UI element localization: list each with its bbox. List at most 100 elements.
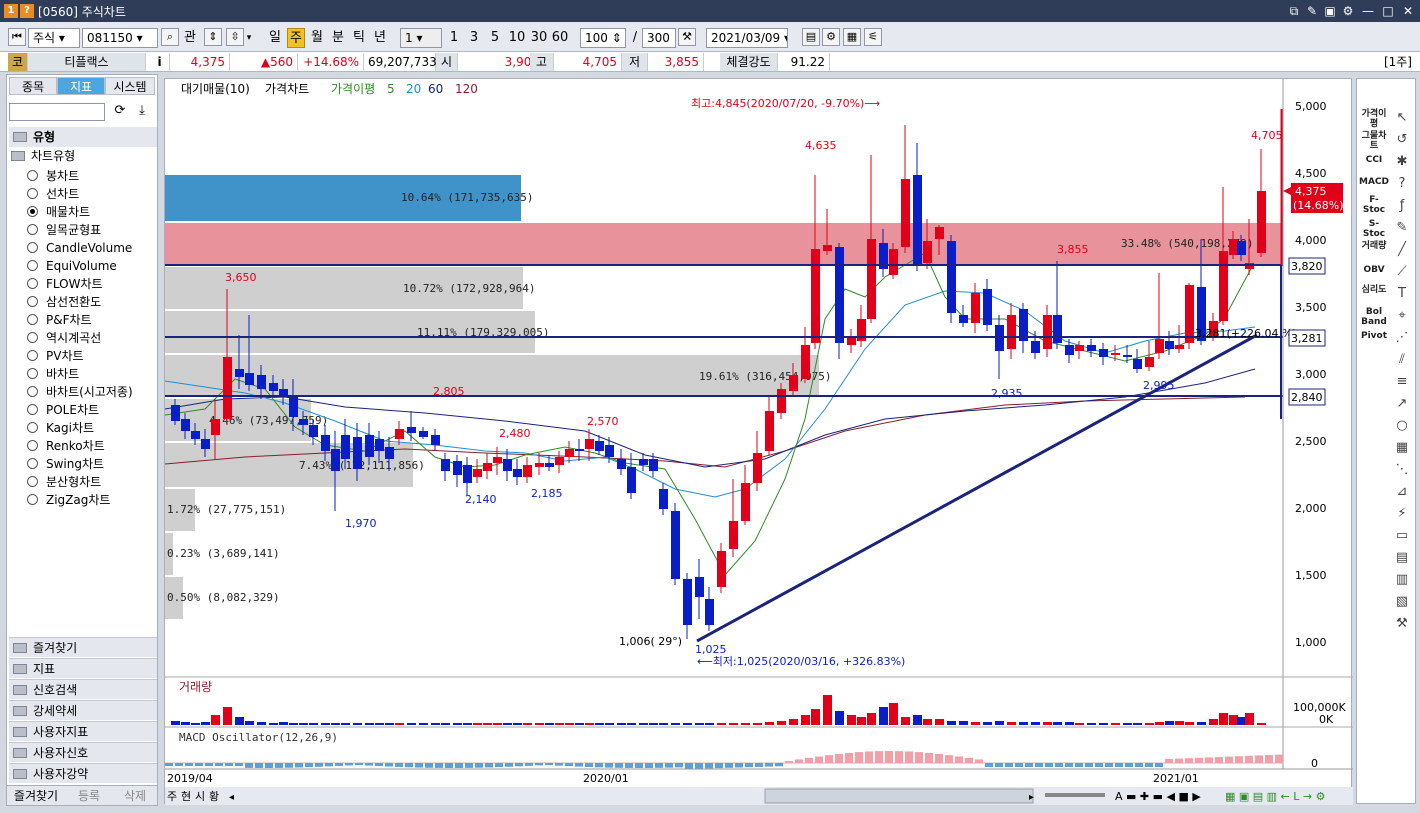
price-chart[interactable]: 10.64% (171,735,635) 33.48% (540,198,279… xyxy=(164,79,1353,805)
indicator-shortcut[interactable]: Pivot xyxy=(1359,331,1389,341)
sidebar-group[interactable]: 신호검색 xyxy=(9,679,157,699)
quick-3[interactable]: 3 xyxy=(467,28,481,48)
chart-type-option[interactable]: EquiVolume xyxy=(27,257,117,275)
chart-type-option[interactable]: 매물차트 xyxy=(27,203,90,221)
scroll-right-icon[interactable]: ▸ xyxy=(1029,792,1034,803)
chart-type-option[interactable]: 바차트(시고저종) xyxy=(27,383,133,401)
radio-icon[interactable] xyxy=(27,242,38,253)
auto-icon[interactable]: ⚡ xyxy=(1391,503,1413,525)
edit-icon[interactable]: ✎ xyxy=(1304,3,1320,19)
gann-icon[interactable]: ⊿ xyxy=(1391,481,1413,503)
period-tick[interactable]: 틱 xyxy=(350,28,368,48)
indicator-shortcut[interactable]: F-Stoc xyxy=(1359,195,1389,215)
chart-type-option[interactable]: 삼선전환도 xyxy=(27,293,101,311)
quick-60[interactable]: 60 xyxy=(551,28,569,48)
minimize-icon[interactable]: — xyxy=(1360,3,1376,19)
count-input[interactable]: 100 ⇕ xyxy=(580,28,626,48)
indicator-shortcut[interactable]: CCI xyxy=(1359,155,1389,165)
period-month[interactable]: 월 xyxy=(308,28,326,48)
sidebar-group[interactable]: 사용자강약 xyxy=(9,763,157,783)
radio-icon[interactable] xyxy=(27,170,38,181)
channel-icon[interactable]: ⫽ xyxy=(1391,349,1413,371)
bottom-tab-hwang[interactable]: 황 xyxy=(209,790,219,803)
radio-icon[interactable] xyxy=(27,260,38,271)
search-icon[interactable]: ⌕ xyxy=(161,28,179,46)
group-type[interactable]: 유형 xyxy=(9,127,157,147)
radio-icon[interactable] xyxy=(27,440,38,451)
indicator-shortcut[interactable]: 가격이평 xyxy=(1359,109,1389,129)
radio-icon[interactable] xyxy=(27,404,38,415)
indicator-shortcut[interactable]: Bol Band xyxy=(1359,307,1389,327)
chart-type-option[interactable]: CandleVolume xyxy=(27,239,132,257)
indicator-shortcut[interactable]: OBV xyxy=(1359,265,1389,275)
quick-1[interactable]: 1 xyxy=(447,28,461,48)
chart-type-option[interactable]: 일목균형표 xyxy=(27,221,101,239)
subgroup-chart-type[interactable]: 차트유형 xyxy=(11,147,75,165)
period-minute[interactable]: 분 xyxy=(329,28,347,48)
chart-type-option[interactable]: Renko차트 xyxy=(27,437,105,455)
chart-type-option[interactable]: Kagi차트 xyxy=(27,419,94,437)
indicator-shortcut[interactable]: MACD xyxy=(1359,177,1389,187)
radio-icon[interactable] xyxy=(27,368,38,379)
refresh-icon[interactable]: ⟳ xyxy=(111,103,129,121)
indicator-shortcut[interactable]: 심리도 xyxy=(1359,285,1389,295)
indicator-search-input[interactable] xyxy=(9,103,105,121)
report-icon[interactable]: ▧ xyxy=(1391,591,1413,613)
quick-5[interactable]: 5 xyxy=(488,28,502,48)
line-icon[interactable]: ╱ xyxy=(1391,239,1413,261)
link-icon[interactable]: ⧉ xyxy=(1286,3,1302,19)
circle-icon[interactable]: ○ xyxy=(1391,415,1413,437)
legend-ma-label[interactable]: 가격이평 xyxy=(331,82,375,96)
tab-indicator[interactable]: 지표 xyxy=(57,77,105,95)
radio-icon[interactable] xyxy=(27,422,38,433)
quick-10[interactable]: 10 xyxy=(508,28,526,48)
radio-icon[interactable] xyxy=(27,224,38,235)
macd-pane-title[interactable]: MACD Oscillator(12,26,9) xyxy=(179,731,338,744)
excel-icon[interactable]: ▦ ▣ ▤ ▥ ← L → ⚙ xyxy=(1225,790,1325,803)
sidebar-group[interactable]: 지표 xyxy=(9,658,157,678)
period-year[interactable]: 년 xyxy=(371,28,389,48)
horizontal-scrollbar[interactable] xyxy=(764,788,1034,804)
fib-icon[interactable]: ≡ xyxy=(1391,371,1413,393)
ray-icon[interactable]: ⟋ xyxy=(1391,261,1413,283)
tab-stock[interactable]: 종목 xyxy=(9,77,57,95)
radio-icon[interactable] xyxy=(27,458,38,469)
tool-icon[interactable]: ⚒ xyxy=(1391,613,1413,635)
text-icon[interactable]: T xyxy=(1391,283,1413,305)
delete-button[interactable]: 삭제 xyxy=(113,787,157,804)
chart-icon[interactable]: ▥ xyxy=(1391,569,1413,591)
scroll-left-icon[interactable]: ◂ xyxy=(229,792,234,803)
register-button[interactable]: 등록 xyxy=(67,787,111,804)
pen-icon[interactable]: ✎ xyxy=(1391,217,1413,239)
favorites-button[interactable]: 즐겨찾기 xyxy=(9,787,63,804)
chart-type-option[interactable]: Swing차트 xyxy=(27,455,104,473)
indicator-shortcut[interactable]: 거래량 xyxy=(1359,241,1389,251)
volume-pane-title[interactable]: 거래량 xyxy=(179,680,212,694)
cursor-icon[interactable]: ↖ xyxy=(1391,107,1413,129)
help-icon[interactable]: ? xyxy=(20,4,34,18)
radio-icon[interactable] xyxy=(27,206,38,217)
radio-icon[interactable] xyxy=(27,188,38,199)
chart-panel[interactable]: 10.64% (171,735,635) 33.48% (540,198,279… xyxy=(164,78,1353,805)
chart-type-option[interactable]: 역시계곡선 xyxy=(27,329,101,347)
sidebar-group[interactable]: 사용자신호 xyxy=(9,742,157,762)
legend-volume-profile[interactable]: 대기매물(10) xyxy=(181,82,250,96)
zoom-slider[interactable] xyxy=(1045,793,1105,797)
legend-ma-20[interactable]: 20 xyxy=(406,82,421,96)
compare-icon[interactable]: ⇕ xyxy=(204,28,222,46)
updown-icon[interactable]: ⇳ xyxy=(226,28,244,46)
code-input[interactable]: 081150 ▾ xyxy=(82,28,158,48)
legend-ma-5[interactable]: 5 xyxy=(387,82,395,96)
all-icon[interactable]: ✱ xyxy=(1391,151,1413,173)
indicator-shortcut[interactable]: S-Stoc xyxy=(1359,219,1389,239)
trend-icon[interactable]: ⋰ xyxy=(1391,327,1413,349)
close-icon[interactable]: ✕ xyxy=(1400,3,1416,19)
chart-type-option[interactable]: 분산형차트 xyxy=(27,473,101,491)
sidebar-group[interactable]: 강세약세 xyxy=(9,700,157,720)
bottom-tab-ju[interactable]: 주 xyxy=(167,790,177,803)
radio-icon[interactable] xyxy=(27,494,38,505)
print-icon[interactable]: ▦ xyxy=(843,28,861,46)
save-icon[interactable]: ▤ xyxy=(802,28,820,46)
maximize-icon[interactable]: □ xyxy=(1380,3,1396,19)
chart-type-option[interactable]: FLOW차트 xyxy=(27,275,103,293)
